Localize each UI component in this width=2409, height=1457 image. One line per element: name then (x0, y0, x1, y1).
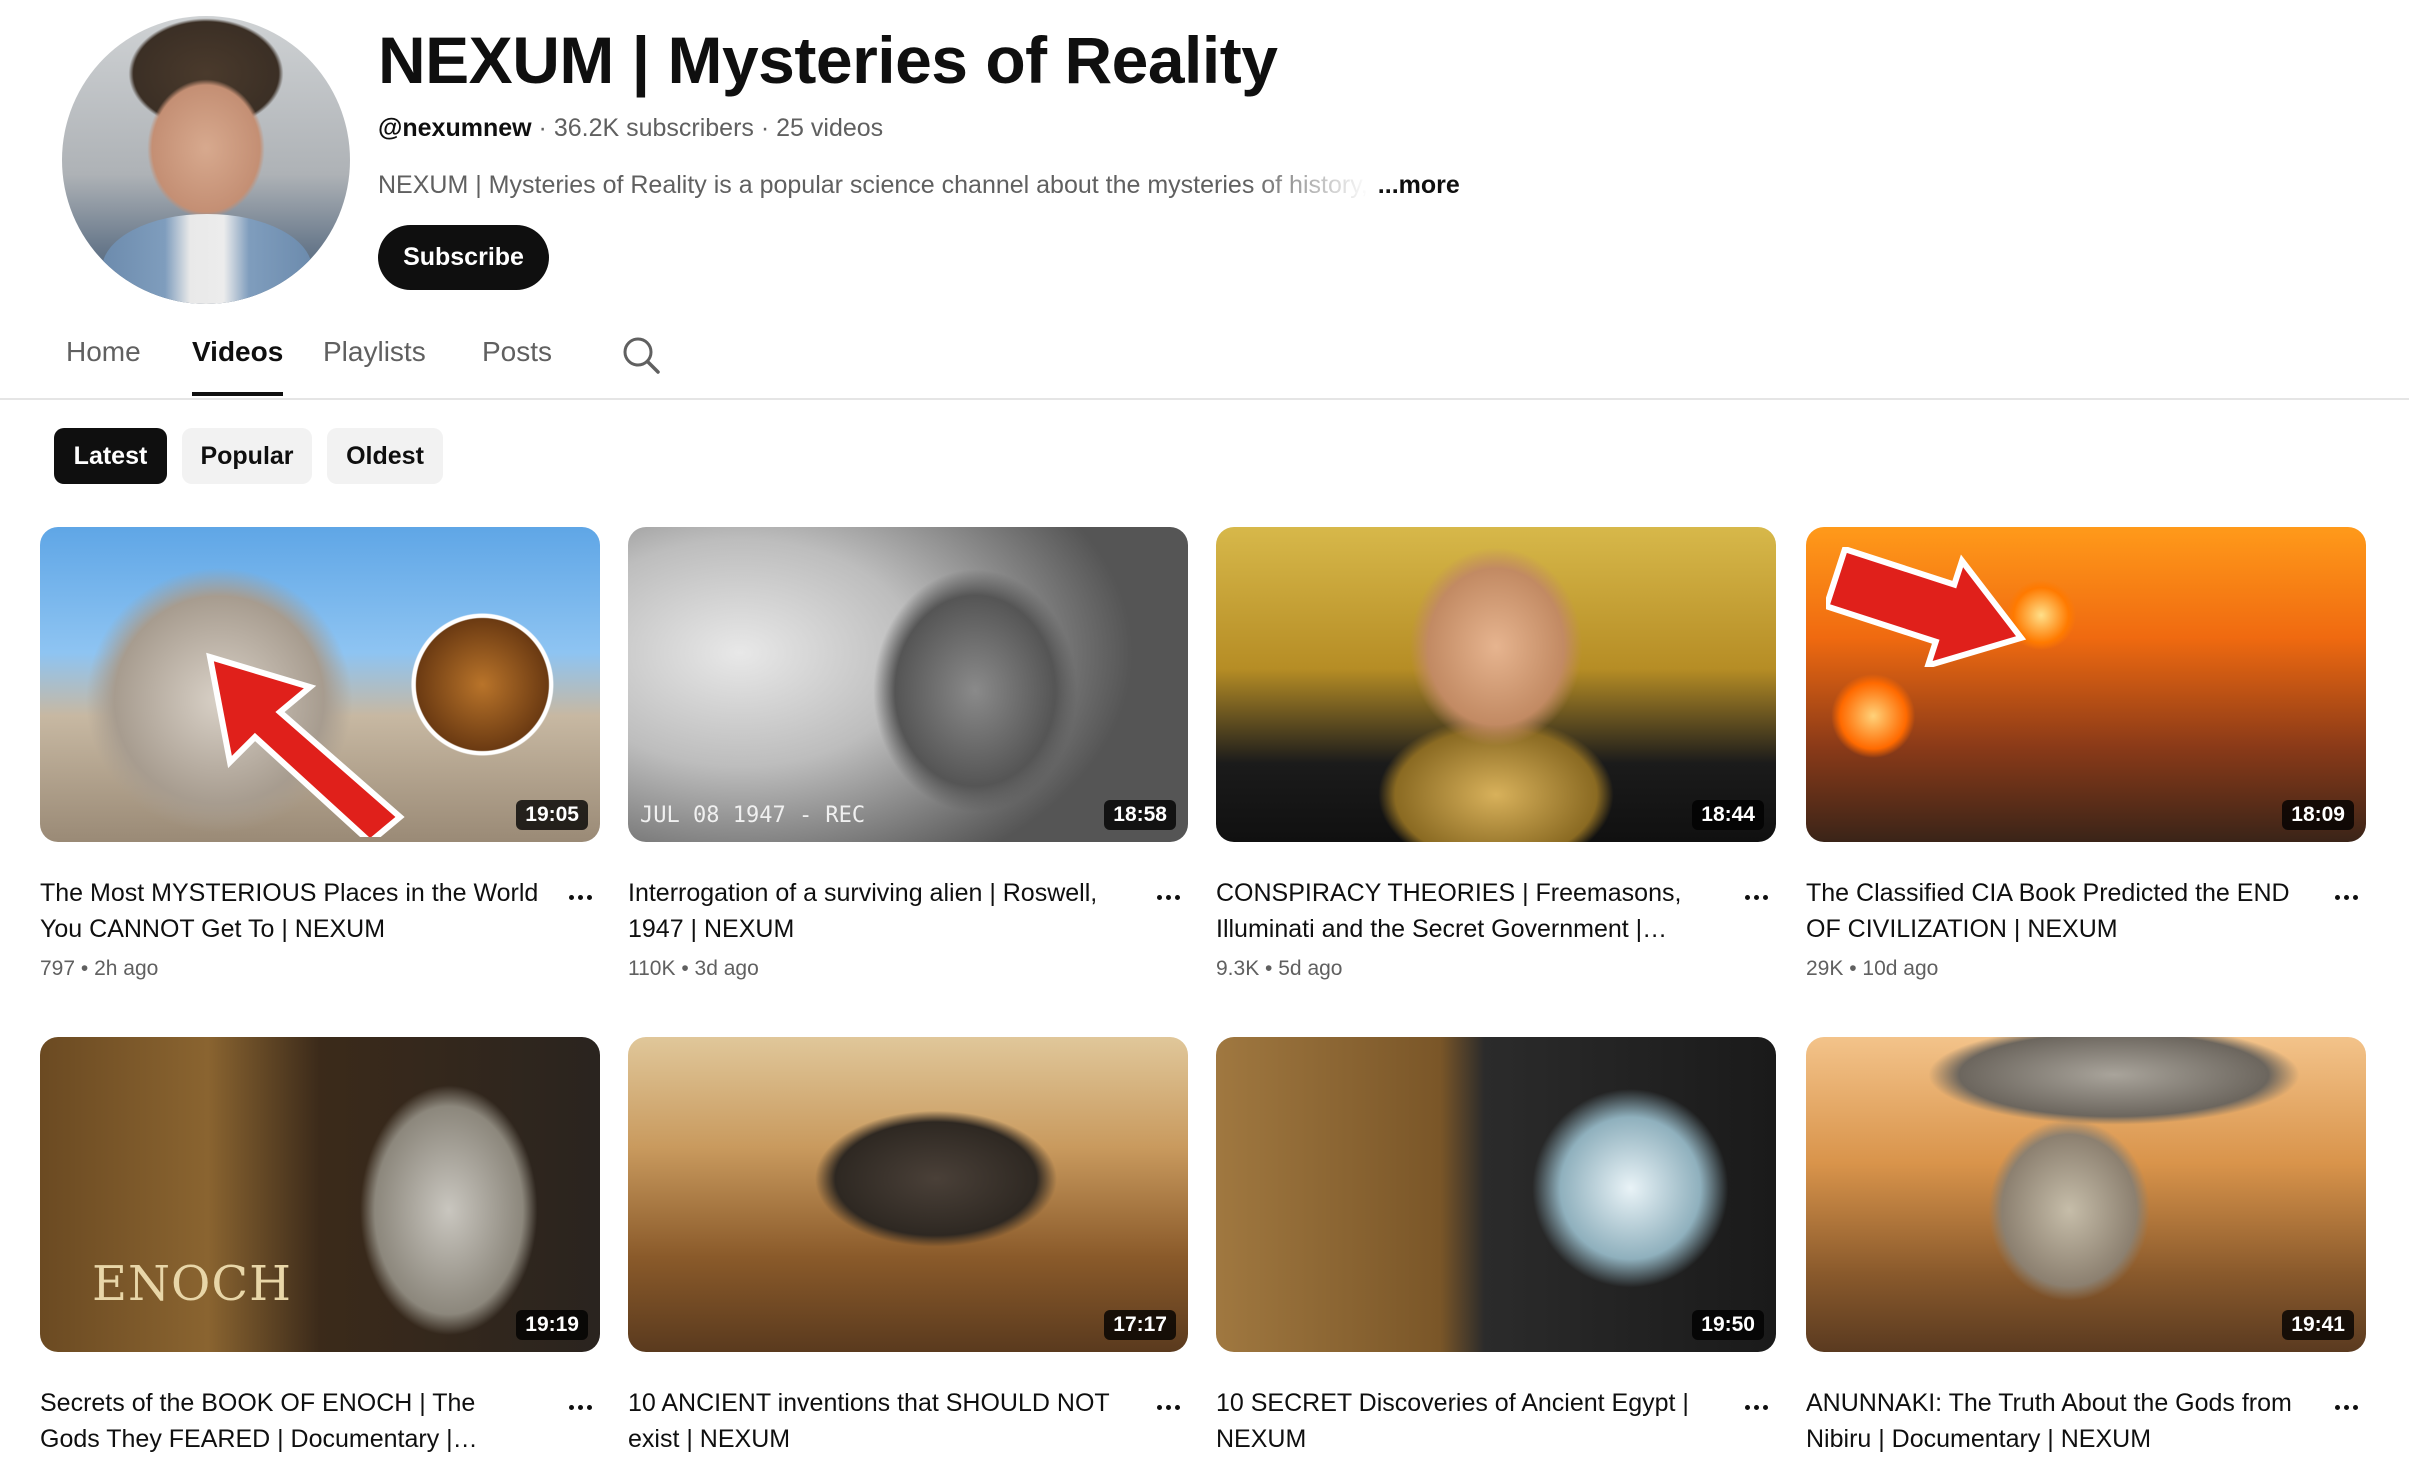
video-duration: 18:09 (2282, 800, 2354, 830)
more-vert-icon[interactable] (560, 1389, 600, 1425)
stats-separator: • (1265, 957, 1273, 980)
video-card[interactable]: ENOCH 19:19 Secrets of the BOOK OF ENOCH… (40, 1037, 600, 1453)
video-stats: 797 • 2h ago (40, 957, 158, 981)
rec-overlay-text: JUL 08 1947 - REC (640, 803, 866, 828)
video-stats: 29K • 10d ago (1806, 957, 1938, 981)
more-vert-icon[interactable] (1736, 1389, 1776, 1425)
video-card[interactable]: 18:44 CONSPIRACY THEORIES | Freemasons, … (1216, 527, 1776, 980)
video-thumbnail[interactable]: 18:44 (1216, 527, 1776, 842)
video-card[interactable]: 18:09 The Classified CIA Book Predicted … (1806, 527, 2366, 980)
more-vert-icon[interactable] (2326, 1389, 2366, 1425)
red-arrow-graphic (1826, 547, 2027, 667)
video-thumbnail[interactable]: 18:09 (1806, 527, 2366, 842)
subscribe-button[interactable]: Subscribe (378, 225, 549, 290)
meta-separator: · (760, 114, 770, 142)
video-thumbnail[interactable]: 17:17 (628, 1037, 1188, 1352)
video-title[interactable]: 10 SECRET Discoveries of Ancient Egypt |… (1216, 1385, 1716, 1457)
channel-meta: @nexumnew · 36.2K subscribers · 25 video… (378, 114, 883, 143)
video-title[interactable]: CONSPIRACY THEORIES | Freemasons, Illumi… (1216, 875, 1716, 947)
channel-header: NEXUM | Mysteries of Reality @nexumnew ·… (0, 0, 2409, 320)
video-stats: 110K • 3d ago (628, 957, 759, 981)
channel-handle: @nexumnew (378, 114, 532, 142)
video-thumbnail[interactable]: 19:05 (40, 527, 600, 842)
tab-playlists[interactable]: Playlists (323, 336, 426, 368)
chip-popular[interactable]: Popular (182, 428, 312, 484)
video-thumbnail[interactable]: ENOCH 19:19 (40, 1037, 600, 1352)
tab-videos[interactable]: Videos (192, 336, 284, 396)
description-text: NEXUM | Mysteries of Reality is a popula… (378, 171, 1368, 199)
video-card[interactable]: 19:05 The Most MYSTERIOUS Places in the … (40, 527, 600, 980)
chip-latest[interactable]: Latest (54, 428, 167, 484)
video-thumbnail[interactable]: 19:41 (1806, 1037, 2366, 1352)
stats-separator: • (1849, 957, 1857, 980)
more-vert-icon[interactable] (560, 879, 600, 915)
stats-separator: • (681, 957, 689, 980)
view-count: 9.3K (1216, 957, 1260, 980)
video-thumbnail[interactable]: JUL 08 1947 - REC 18:58 (628, 527, 1188, 842)
video-duration: 19:05 (516, 800, 588, 830)
video-card[interactable]: 19:41 ANUNNAKI: The Truth About the Gods… (1806, 1037, 2366, 1453)
video-duration: 18:58 (1104, 800, 1176, 830)
view-count: 797 (40, 957, 76, 980)
video-title[interactable]: Secrets of the BOOK OF ENOCH | The Gods … (40, 1385, 540, 1457)
video-duration: 17:17 (1104, 1310, 1176, 1340)
red-arrow-graphic (206, 652, 405, 837)
video-title[interactable]: The Classified CIA Book Predicted the EN… (1806, 875, 2306, 947)
upload-age: 5d ago (1278, 957, 1343, 980)
subscriber-count: 36.2K subscribers (553, 114, 754, 142)
video-title[interactable]: Interrogation of a surviving alien | Ros… (628, 875, 1128, 947)
view-count: 110K (628, 957, 676, 980)
upload-age: 2h ago (94, 957, 159, 980)
video-count: 25 videos (776, 114, 884, 142)
video-title[interactable]: 10 ANCIENT inventions that SHOULD NOT ex… (628, 1385, 1128, 1457)
channel-avatar[interactable] (62, 16, 350, 304)
stats-separator: • (80, 957, 89, 980)
video-thumbnail[interactable]: 19:50 (1216, 1037, 1776, 1352)
video-duration: 19:41 (2282, 1310, 2354, 1340)
more-vert-icon[interactable] (1148, 879, 1188, 915)
upload-age: 10d ago (1862, 957, 1939, 980)
video-card[interactable]: 19:50 10 SECRET Discoveries of Ancient E… (1216, 1037, 1776, 1453)
search-icon[interactable] (620, 334, 662, 376)
chip-oldest[interactable]: Oldest (327, 428, 443, 484)
video-card[interactable]: JUL 08 1947 - REC 18:58 Interrogation of… (628, 527, 1188, 980)
video-duration: 19:50 (1692, 1310, 1764, 1340)
video-title[interactable]: ANUNNAKI: The Truth About the Gods from … (1806, 1385, 2306, 1457)
avatar-shirt (102, 214, 312, 304)
tab-home[interactable]: Home (66, 336, 141, 368)
more-vert-icon[interactable] (1148, 1389, 1188, 1425)
channel-name: NEXUM | Mysteries of Reality (378, 23, 1278, 97)
more-vert-icon[interactable] (1736, 879, 1776, 915)
video-duration: 19:19 (516, 1310, 588, 1340)
channel-tabs: Home Videos Playlists Posts (0, 320, 2409, 400)
tab-posts[interactable]: Posts (482, 336, 552, 368)
video-title[interactable]: The Most MYSTERIOUS Places in the World … (40, 875, 540, 947)
upload-age: 3d ago (694, 957, 759, 980)
enoch-overlay-text: ENOCH (92, 1256, 292, 1312)
video-stats: 9.3K • 5d ago (1216, 957, 1342, 981)
video-duration: 18:44 (1692, 800, 1764, 830)
view-count: 29K (1806, 957, 1844, 980)
more-vert-icon[interactable] (2326, 879, 2366, 915)
more-link[interactable]: ...more (1378, 171, 1460, 199)
meta-separator: · (538, 114, 547, 142)
channel-description: NEXUM | Mysteries of Reality is a popula… (378, 171, 1460, 200)
video-card[interactable]: 17:17 10 ANCIENT inventions that SHOULD … (628, 1037, 1188, 1453)
